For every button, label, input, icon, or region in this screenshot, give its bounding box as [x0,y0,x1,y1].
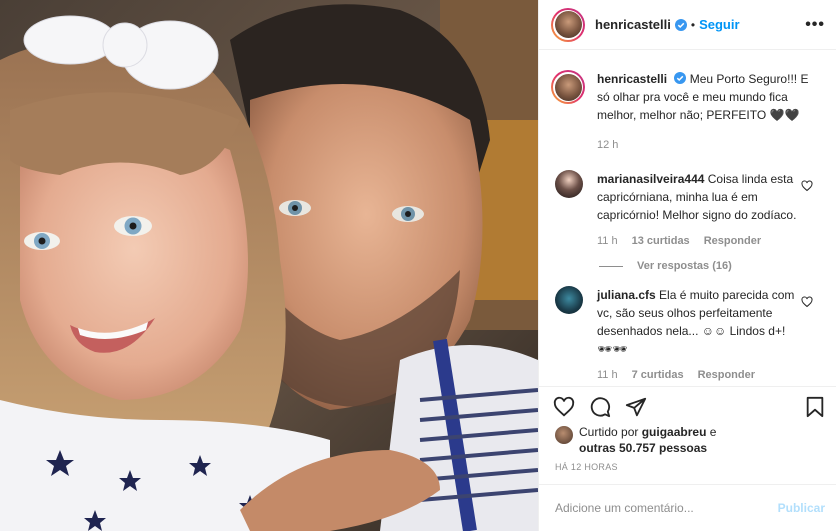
replies-divider [599,265,623,267]
post-photo[interactable] [0,0,538,531]
likes-summary: Curtido por guigaabreu e outras 50.757 p… [555,424,825,456]
comment-likes[interactable]: 13 curtidas [632,232,690,250]
comment-item: marianasilveira444 Coisa linda esta capr… [555,170,825,250]
comment-time[interactable]: 11 h [597,366,618,384]
post-image [0,0,538,531]
publish-button[interactable]: Publicar [778,501,825,515]
profile-avatar[interactable] [551,7,585,42]
comment-bubble-icon[interactable] [589,396,611,418]
like-comment-heart-icon[interactable] [801,296,813,308]
likes-connector: e [709,425,717,439]
comment-username[interactable]: marianasilveira444 [597,172,704,186]
caption-avatar[interactable] [551,70,585,104]
liker-avatar[interactable] [555,426,573,444]
post-actions [539,386,836,426]
view-replies-button[interactable]: Ver respostas (16) [599,260,825,272]
liker-username[interactable]: guigaabreu [642,425,707,439]
post-timestamp[interactable]: HÁ 12 HORAS [555,462,618,472]
share-paper-plane-icon[interactable] [625,396,647,418]
add-comment-bar: Publicar [539,484,836,531]
comment-item: juliana.cfs Ela é muito parecida com vc,… [555,286,825,384]
save-bookmark-icon[interactable] [805,396,825,418]
comment-username[interactable]: juliana.cfs [597,288,656,302]
likes-count[interactable]: outras 50.757 pessoas [579,441,707,455]
comment-avatar[interactable] [555,170,583,198]
post-header: henricastelli • Seguir ••• [539,0,836,50]
like-heart-icon[interactable] [553,396,575,418]
separator-dot: • [690,17,696,32]
verified-badge-icon [674,72,687,84]
comment-time[interactable]: 11 h [597,232,618,250]
likes-prefix: Curtido por [579,425,639,439]
follow-button[interactable]: Seguir [699,17,739,32]
more-options-icon[interactable]: ••• [805,16,825,34]
reply-button[interactable]: Responder [704,232,761,250]
verified-badge-icon [674,18,687,31]
header-username[interactable]: henricastelli [595,17,671,32]
caption-time[interactable]: 12 h [597,136,618,154]
view-replies-label[interactable]: Ver respostas (16) [637,260,732,272]
comment-avatar[interactable] [555,286,583,314]
reply-button[interactable]: Responder [698,366,755,384]
caption-username[interactable]: henricastelli [597,72,667,86]
comment-likes[interactable]: 7 curtidas [632,366,684,384]
comments-list[interactable]: henricastelli Meu Porto Seguro!!! E só o… [539,70,836,386]
likes-text: Curtido por guigaabreu e outras 50.757 p… [579,424,716,456]
caption: henricastelli Meu Porto Seguro!!! E só o… [551,70,825,154]
like-comment-heart-icon[interactable] [801,180,813,192]
post-panel: henricastelli • Seguir ••• henricastelli… [538,0,836,531]
comment-input[interactable] [555,501,778,515]
